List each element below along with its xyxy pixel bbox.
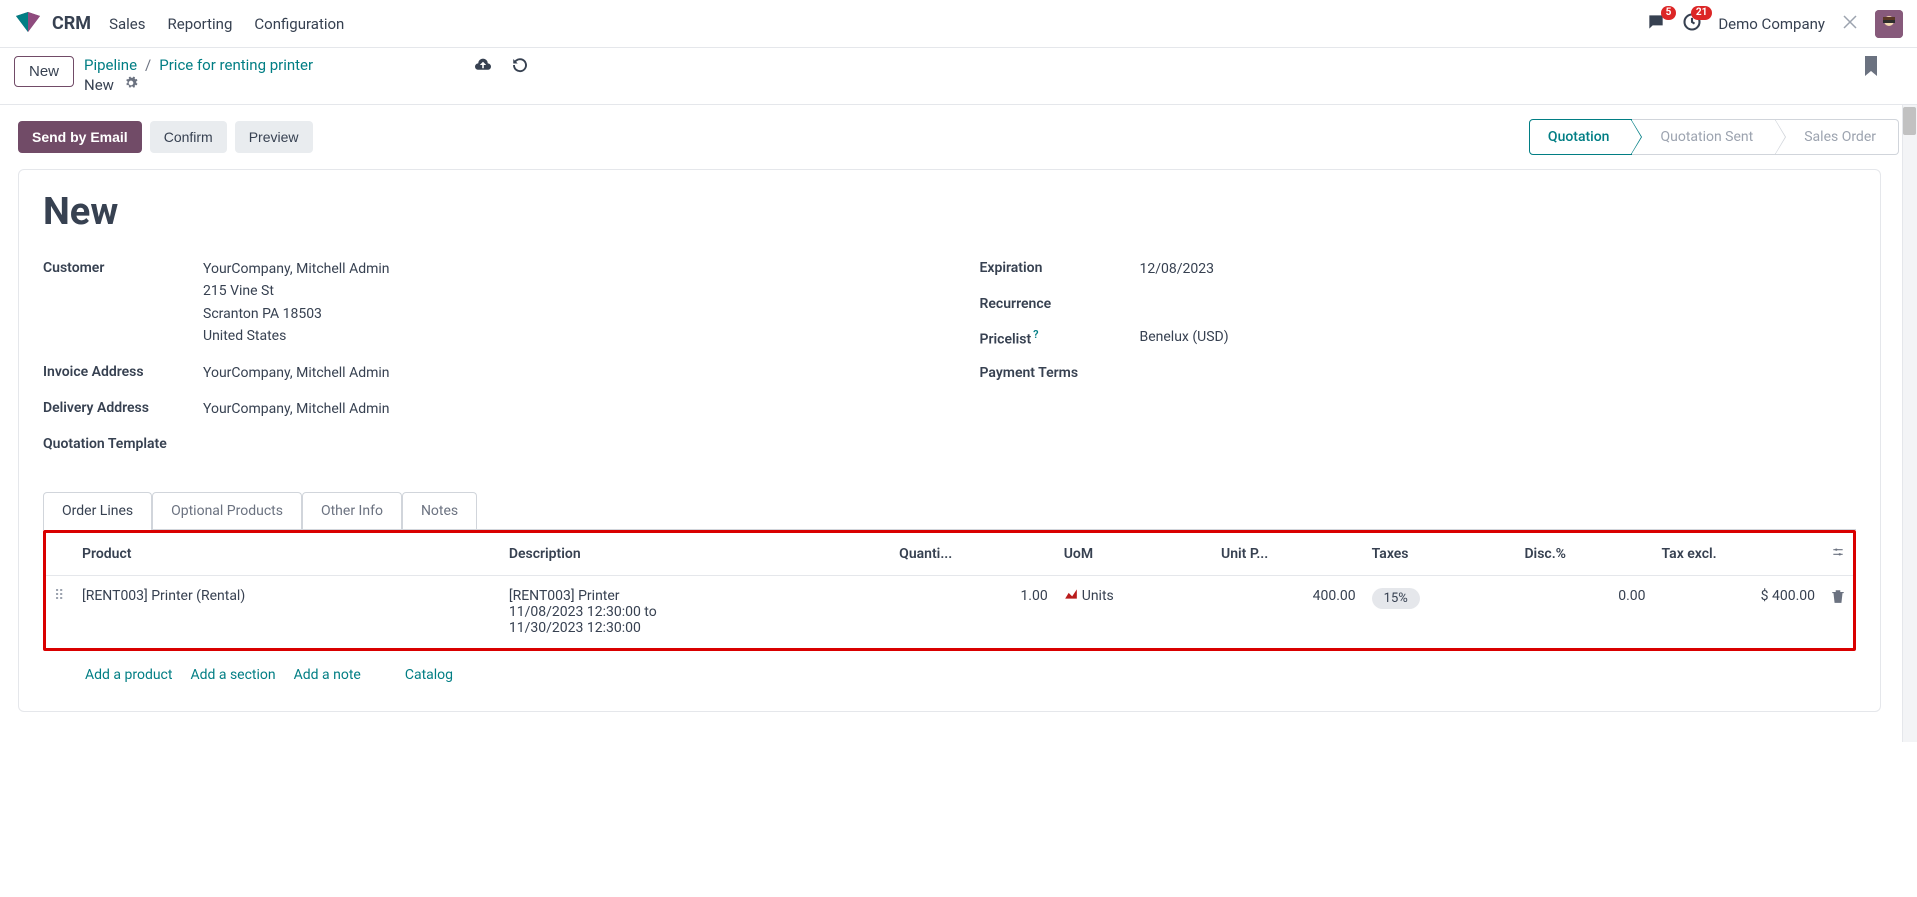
recurrence-label: Recurrence — [980, 294, 1140, 312]
col-taxes[interactable]: Taxes — [1364, 533, 1517, 576]
app-logo[interactable] — [14, 12, 42, 36]
expiration-label: Expiration — [980, 258, 1140, 276]
cell-disc[interactable]: 0.00 — [1516, 576, 1653, 649]
payment-terms-label: Payment Terms — [980, 363, 1140, 381]
scrollbar[interactable] — [1902, 105, 1917, 742]
stage-bar: Quotation Quotation Sent Sales Order — [1529, 119, 1899, 155]
col-quantity[interactable]: Quanti... — [891, 533, 1056, 576]
add-note-link[interactable]: Add a note — [294, 667, 361, 683]
adjust-columns-icon[interactable] — [1831, 547, 1845, 563]
company-name[interactable]: Demo Company — [1718, 15, 1825, 33]
cloud-save-icon[interactable] — [473, 57, 493, 77]
messages-badge: 5 — [1661, 6, 1677, 20]
tab-order-lines[interactable]: Order Lines — [43, 492, 152, 529]
table-row[interactable]: ⠿ [RENT003] Printer (Rental) [RENT003] P… — [46, 576, 1853, 649]
nav-reporting[interactable]: Reporting — [168, 15, 233, 33]
catalog-link[interactable]: Catalog — [405, 667, 453, 683]
gear-icon[interactable] — [124, 76, 138, 94]
stage-sales-order[interactable]: Sales Order — [1776, 119, 1899, 155]
discard-icon[interactable] — [511, 56, 529, 78]
action-row: Send by Email Confirm Preview Quotation … — [18, 105, 1899, 169]
activities-badge: 21 — [1691, 6, 1712, 20]
messages-icon[interactable]: 5 — [1646, 12, 1666, 36]
add-section-link[interactable]: Add a section — [190, 667, 275, 683]
col-description[interactable]: Description — [501, 533, 891, 576]
trash-icon[interactable] — [1831, 592, 1845, 608]
brand[interactable]: CRM — [52, 13, 91, 34]
form-card: New Customer YourCompany, Mitchell Admin… — [18, 169, 1881, 712]
cell-product[interactable]: [RENT003] Printer (Rental) — [74, 576, 501, 649]
confirm-button[interactable]: Confirm — [150, 121, 227, 153]
nav-sales[interactable]: Sales — [109, 15, 145, 33]
tab-optional-products[interactable]: Optional Products — [152, 492, 302, 529]
cell-tax-excl: $ 400.00 — [1654, 576, 1823, 649]
tab-notes[interactable]: Notes — [402, 492, 477, 529]
col-uom[interactable]: UoM — [1056, 533, 1213, 576]
add-row: Add a product Add a section Add a note C… — [43, 651, 1856, 691]
breadcrumb: Pipeline / Price for renting printer — [84, 56, 313, 74]
pricelist-label: Pricelist? — [980, 326, 1140, 348]
cell-unit-price[interactable]: 400.00 — [1213, 576, 1364, 649]
col-product[interactable]: Product — [74, 533, 501, 576]
content: Send by Email Confirm Preview Quotation … — [0, 104, 1917, 742]
page-title: New — [43, 190, 1856, 234]
drag-handle-icon[interactable]: ⠿ — [54, 588, 64, 604]
invoice-address-value[interactable]: YourCompany, Mitchell Admin — [203, 362, 920, 384]
quotation-template-label: Quotation Template — [43, 434, 203, 452]
preview-button[interactable]: Preview — [235, 121, 313, 153]
avatar[interactable] — [1875, 10, 1903, 38]
cell-description[interactable]: [RENT003] Printer 11/08/2023 12:30:00 to… — [501, 576, 891, 649]
send-by-email-button[interactable]: Send by Email — [18, 121, 142, 153]
add-product-link[interactable]: Add a product — [85, 667, 172, 683]
activities-icon[interactable]: 21 — [1682, 12, 1702, 36]
cell-uom[interactable]: Units — [1056, 576, 1213, 649]
nav-configuration[interactable]: Configuration — [254, 15, 344, 33]
crumb-pipeline[interactable]: Pipeline — [84, 56, 137, 74]
pricelist-value[interactable]: Benelux (USD) — [1140, 326, 1857, 348]
breadcrumb-row: New Pipeline / Price for renting printer… — [0, 48, 1917, 104]
crumb-sep: / — [145, 56, 151, 74]
order-lines-table: Product Description Quanti... UoM Unit P… — [46, 533, 1853, 648]
stage-quotation[interactable]: Quotation — [1529, 119, 1633, 155]
col-tax-excl[interactable]: Tax excl. — [1654, 533, 1823, 576]
tools-icon[interactable] — [1841, 13, 1859, 35]
form-right-col: Expiration 12/08/2023 Recurrence Priceli… — [980, 258, 1857, 466]
customer-value[interactable]: YourCompany, Mitchell Admin 215 Vine St … — [203, 258, 920, 348]
record-status: New — [84, 76, 114, 94]
bookmark-icon[interactable] — [1863, 56, 1879, 80]
delivery-address-value[interactable]: YourCompany, Mitchell Admin — [203, 398, 920, 420]
col-unit-price[interactable]: Unit P... — [1213, 533, 1364, 576]
delivery-address-label: Delivery Address — [43, 398, 203, 416]
help-icon[interactable]: ? — [1033, 328, 1038, 341]
topbar: CRM Sales Reporting Configuration 5 21 D… — [0, 0, 1917, 48]
crumb-price-renting[interactable]: Price for renting printer — [159, 56, 313, 74]
cell-taxes[interactable]: 15% — [1364, 576, 1517, 649]
topbar-right: 5 21 Demo Company — [1646, 10, 1903, 38]
form-left-col: Customer YourCompany, Mitchell Admin 215… — [43, 258, 920, 466]
tax-chip: 15% — [1372, 588, 1420, 609]
stage-quotation-sent[interactable]: Quotation Sent — [1632, 119, 1776, 155]
order-lines-table-wrap: Product Description Quanti... UoM Unit P… — [43, 530, 1856, 651]
col-disc[interactable]: Disc.% — [1516, 533, 1653, 576]
invoice-address-label: Invoice Address — [43, 362, 203, 380]
expiration-value[interactable]: 12/08/2023 — [1140, 258, 1857, 280]
customer-label: Customer — [43, 258, 203, 276]
new-button[interactable]: New — [14, 56, 74, 87]
tab-other-info[interactable]: Other Info — [302, 492, 402, 529]
top-nav: Sales Reporting Configuration — [109, 15, 344, 33]
tabs: Order Lines Optional Products Other Info… — [43, 492, 1856, 530]
forecast-icon[interactable] — [1064, 588, 1078, 604]
cell-qty[interactable]: 1.00 — [891, 576, 1056, 649]
